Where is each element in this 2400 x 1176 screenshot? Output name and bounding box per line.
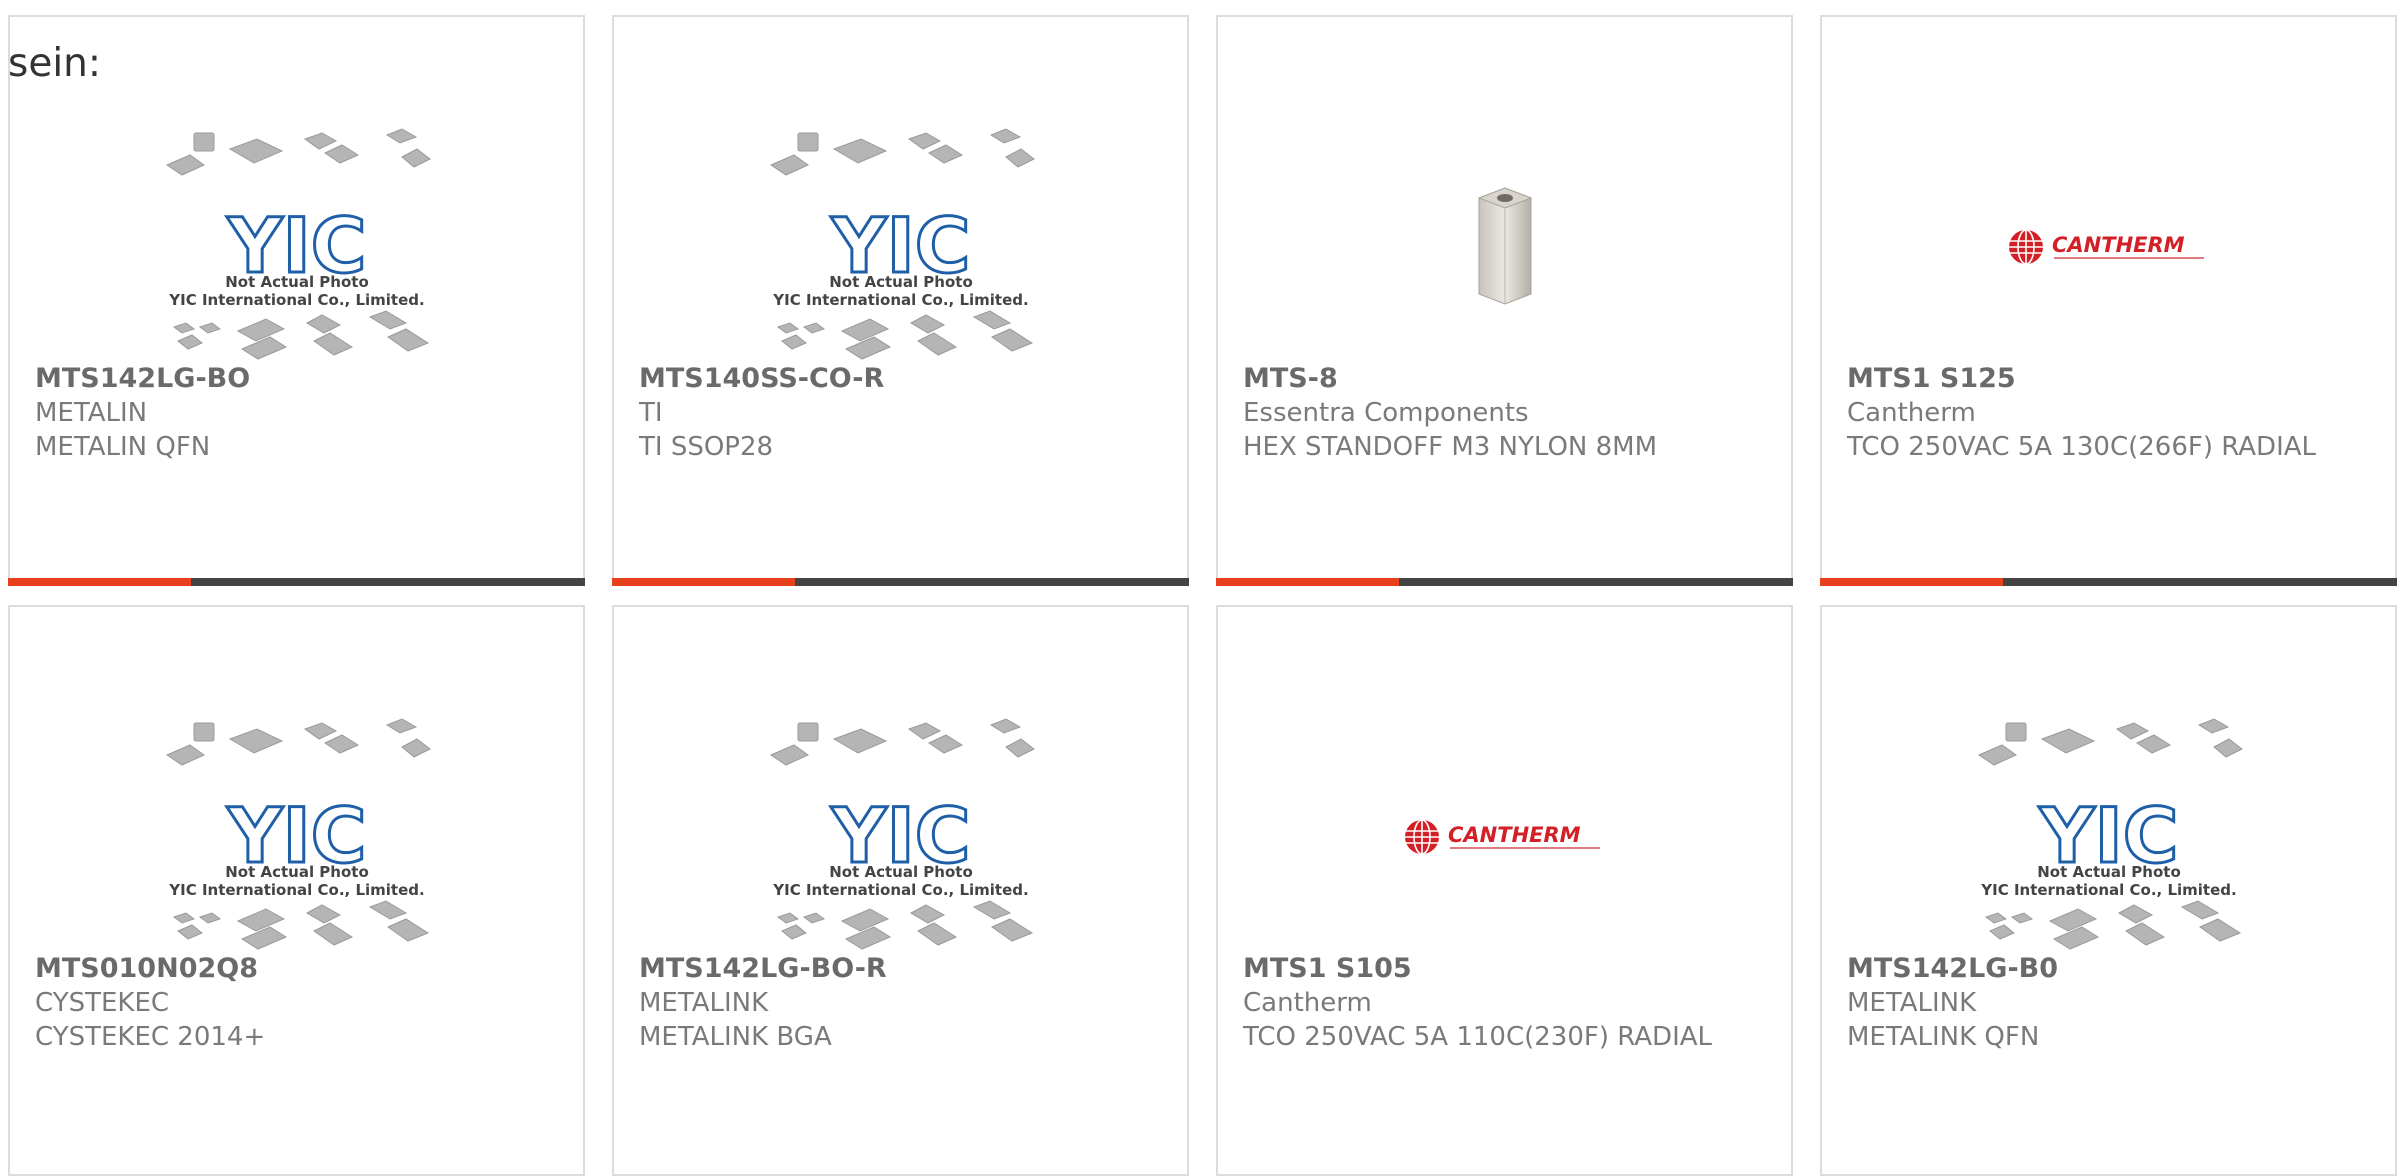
product-text: MTS-8 Essentra Components HEX STANDOFF M…	[1243, 362, 1771, 464]
card-bottom-bar	[1820, 578, 2397, 586]
manufacturer: Essentra Components	[1243, 398, 1529, 428]
lead-text: sein:	[8, 41, 102, 86]
manufacturer: METALINK	[1847, 988, 1977, 1018]
product-image[interactable]: CANTHERM	[1822, 107, 2395, 387]
part-number[interactable]: MTS010N02Q8	[35, 952, 563, 986]
placeholder-note-1: Not Actual Photo	[829, 863, 973, 881]
product-card[interactable]: YIC Not Actual Photo YIC International C…	[8, 15, 585, 586]
brand-logo-text: CANTHERM	[2052, 233, 2185, 257]
product-image[interactable]: CANTHERM	[1218, 697, 1791, 977]
manufacturer: TI	[639, 398, 663, 428]
product-text: MTS142LG-B0 METALINK METALINK QFN	[1847, 952, 2375, 1054]
product-image[interactable]: YIC Not Actual Photo YIC International C…	[1822, 697, 2395, 977]
part-number[interactable]: MTS-8	[1243, 362, 1771, 396]
description: METALIN QFN	[35, 432, 211, 462]
part-number[interactable]: MTS140SS-CO-R	[639, 362, 1167, 396]
part-number[interactable]: MTS1 S105	[1243, 952, 1771, 986]
brand-logo-text: CANTHERM	[1448, 823, 1581, 847]
product-text: MTS142LG-BO METALIN METALIN QFN	[35, 362, 563, 464]
product-image[interactable]: YIC Not Actual Photo YIC International C…	[10, 107, 583, 387]
part-number[interactable]: MTS1 S125	[1847, 362, 2375, 396]
part-number[interactable]: MTS142LG-BO	[35, 362, 563, 396]
card-bottom-bar	[1216, 578, 1793, 586]
yic-placeholder-image: YIC Not Actual Photo YIC International C…	[165, 128, 431, 360]
card-accent-bar	[1820, 578, 2003, 586]
part-number[interactable]: MTS142LG-BO-R	[639, 952, 1167, 986]
placeholder-note-2: YIC International Co., Limited.	[168, 881, 424, 899]
yic-placeholder-image: YIC Not Actual Photo YIC International C…	[769, 128, 1035, 360]
placeholder-note-1: Not Actual Photo	[225, 273, 369, 291]
description: HEX STANDOFF M3 NYLON 8MM	[1243, 432, 1658, 462]
description: CYSTEKEC 2014+	[35, 1022, 266, 1052]
manufacturer: METALIN	[35, 398, 148, 428]
cantherm-logo-image: CANTHERM	[1404, 819, 1600, 855]
manufacturer: METALINK	[639, 988, 769, 1018]
product-image[interactable]: YIC Not Actual Photo YIC International C…	[10, 697, 583, 977]
description: TCO 250VAC 5A 130C(266F) RADIAL	[1847, 432, 2317, 462]
placeholder-note-1: Not Actual Photo	[829, 273, 973, 291]
card-accent-bar	[1216, 578, 1399, 586]
product-card[interactable]: CANTHERM MTS1 S125 Cantherm TCO 250VAC 5…	[1820, 15, 2397, 586]
part-number[interactable]: MTS142LG-B0	[1847, 952, 2375, 986]
placeholder-note-2: YIC International Co., Limited.	[772, 881, 1028, 899]
product-image[interactable]: YIC Not Actual Photo YIC International C…	[614, 107, 1187, 387]
product-text: MTS140SS-CO-R TI TI SSOP28	[639, 362, 1167, 464]
cantherm-logo-image: CANTHERM	[2008, 229, 2204, 265]
product-text: MTS1 S125 Cantherm TCO 250VAC 5A 130C(26…	[1847, 362, 2375, 464]
product-text: MTS010N02Q8 CYSTEKEC CYSTEKEC 2014+	[35, 952, 563, 1054]
placeholder-note-2: YIC International Co., Limited.	[772, 291, 1028, 309]
product-card[interactable]: YIC Not Actual Photo YIC International C…	[612, 605, 1189, 1176]
manufacturer: Cantherm	[1847, 398, 1976, 428]
description: METALINK BGA	[639, 1022, 832, 1052]
product-card[interactable]: YIC Not Actual Photo YIC International C…	[1820, 605, 2397, 1176]
placeholder-note-2: YIC International Co., Limited.	[1980, 881, 2236, 899]
description: TCO 250VAC 5A 110C(230F) RADIAL	[1243, 1022, 1713, 1052]
product-image[interactable]	[1218, 107, 1791, 387]
card-accent-bar	[612, 578, 795, 586]
product-card[interactable]: CANTHERM MTS1 S105 Cantherm TCO 250VAC 5…	[1216, 605, 1793, 1176]
card-bottom-bar	[8, 578, 585, 586]
yic-placeholder-image: YIC Not Actual Photo YIC International C…	[769, 718, 1035, 950]
product-text: MTS142LG-BO-R METALINK METALINK BGA	[639, 952, 1167, 1054]
yic-placeholder-image: YIC Not Actual Photo YIC International C…	[1977, 718, 2243, 950]
product-grid: YIC Not Actual Photo YIC International C…	[0, 0, 2400, 1176]
description: METALINK QFN	[1847, 1022, 2040, 1052]
placeholder-note-1: Not Actual Photo	[2037, 863, 2181, 881]
placeholder-note-2: YIC International Co., Limited.	[168, 291, 424, 309]
yic-placeholder-image: YIC Not Actual Photo YIC International C…	[165, 718, 431, 950]
card-accent-bar	[8, 578, 191, 586]
hex-standoff-image	[1477, 187, 1532, 305]
placeholder-note-1: Not Actual Photo	[225, 863, 369, 881]
card-bottom-bar	[612, 578, 1189, 586]
product-card[interactable]: YIC Not Actual Photo YIC International C…	[612, 15, 1189, 586]
manufacturer: CYSTEKEC	[35, 988, 170, 1018]
manufacturer: Cantherm	[1243, 988, 1372, 1018]
product-card[interactable]: YIC Not Actual Photo YIC International C…	[8, 605, 585, 1176]
product-card[interactable]: MTS-8 Essentra Components HEX STANDOFF M…	[1216, 15, 1793, 586]
description: TI SSOP28	[639, 432, 774, 462]
product-image[interactable]: YIC Not Actual Photo YIC International C…	[614, 697, 1187, 977]
product-text: MTS1 S105 Cantherm TCO 250VAC 5A 110C(23…	[1243, 952, 1771, 1054]
